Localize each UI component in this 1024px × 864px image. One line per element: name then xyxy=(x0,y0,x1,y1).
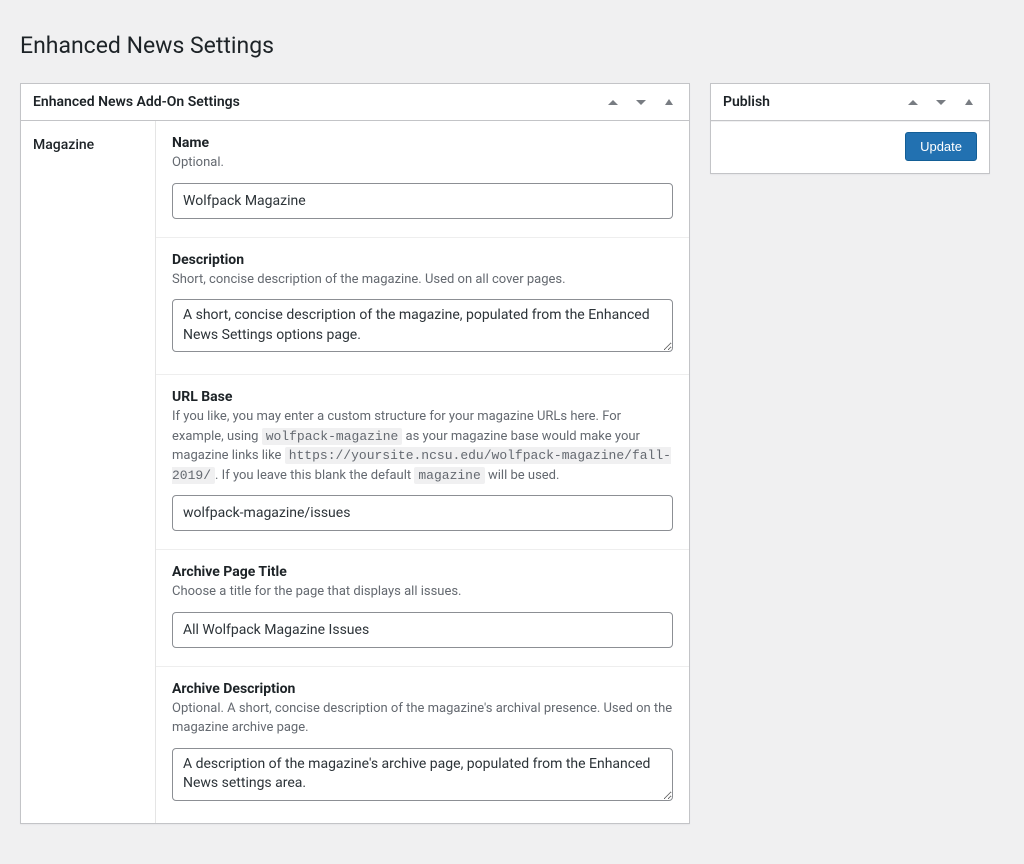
settings-wrap: Enhanced News Settings Enhanced News Add… xyxy=(0,3,1024,864)
settings-tabs-sidebar: Magazine xyxy=(21,121,156,823)
publish-move-up-button[interactable] xyxy=(899,84,927,120)
archive-description-textarea[interactable] xyxy=(172,748,673,801)
chevron-down-icon xyxy=(936,100,946,105)
field-archive-description-label: Archive Description xyxy=(172,681,673,697)
code-example-slug: wolfpack-magazine xyxy=(262,428,403,445)
toggle-chevron-up-icon xyxy=(965,99,973,105)
field-url-base: URL Base If you like, you may enter a cu… xyxy=(156,375,689,550)
chevron-up-icon xyxy=(608,100,618,105)
field-description-help: Short, concise description of the magazi… xyxy=(172,270,673,290)
field-name-label: Name xyxy=(172,135,673,151)
field-url-base-help: If you like, you may enter a custom stru… xyxy=(172,407,673,485)
settings-postbox-title: Enhanced News Add-On Settings xyxy=(21,84,599,120)
publish-postbox: Publish Update xyxy=(710,83,990,174)
update-button[interactable]: Update xyxy=(905,132,977,161)
publish-actions: Update xyxy=(711,121,989,173)
field-archive-title-help: Choose a title for the page that display… xyxy=(172,582,673,602)
code-default-slug: magazine xyxy=(414,467,484,484)
toggle-panel-button[interactable] xyxy=(655,84,683,120)
field-name-help: Optional. xyxy=(172,153,673,173)
publish-postbox-handles xyxy=(899,84,989,120)
field-description-label: Description xyxy=(172,252,673,268)
tab-magazine[interactable]: Magazine xyxy=(21,131,155,159)
field-name: Name Optional. xyxy=(156,121,689,238)
publish-postbox-header: Publish xyxy=(711,84,989,121)
field-url-base-label: URL Base xyxy=(172,389,673,405)
move-up-button[interactable] xyxy=(599,84,627,120)
field-archive-description: Archive Description Optional. A short, c… xyxy=(156,667,689,823)
name-input[interactable] xyxy=(172,183,673,219)
settings-postbox: Enhanced News Add-On Settings xyxy=(20,83,690,824)
archive-title-input[interactable] xyxy=(172,612,673,648)
chevron-down-icon xyxy=(636,100,646,105)
toggle-chevron-up-icon xyxy=(665,99,673,105)
chevron-up-icon xyxy=(908,100,918,105)
field-archive-title-label: Archive Page Title xyxy=(172,564,673,580)
move-down-button[interactable] xyxy=(627,84,655,120)
publish-move-down-button[interactable] xyxy=(927,84,955,120)
page-title: Enhanced News Settings xyxy=(20,23,1004,63)
settings-fields: Name Optional. Description Short, concis… xyxy=(156,121,689,823)
description-textarea[interactable] xyxy=(172,299,673,352)
field-description: Description Short, concise description o… xyxy=(156,238,689,376)
settings-postbox-handles xyxy=(599,84,689,120)
field-archive-description-help: Optional. A short, concise description o… xyxy=(172,699,673,738)
publish-postbox-title: Publish xyxy=(711,84,899,120)
field-archive-title: Archive Page Title Choose a title for th… xyxy=(156,550,689,667)
url-base-input[interactable] xyxy=(172,495,673,531)
settings-postbox-header: Enhanced News Add-On Settings xyxy=(21,84,689,121)
publish-toggle-panel-button[interactable] xyxy=(955,84,983,120)
